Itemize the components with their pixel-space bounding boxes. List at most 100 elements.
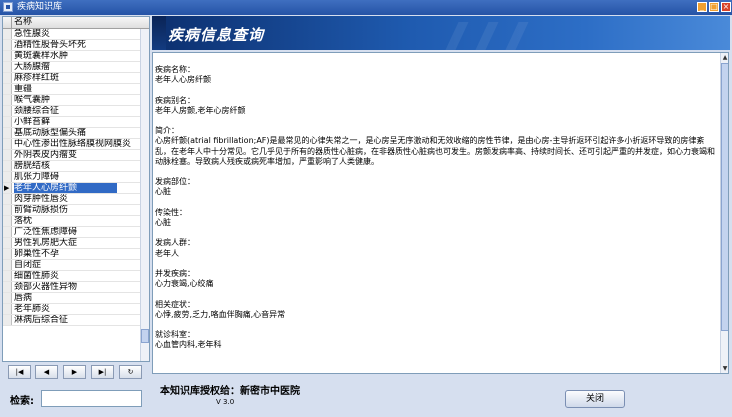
row-gutter xyxy=(3,128,12,138)
row-gutter xyxy=(3,40,12,50)
list-item[interactable]: 膀胱结核 xyxy=(3,161,140,172)
list-item-name: 卵巢性不孕 xyxy=(14,249,60,259)
list-item[interactable]: 急性腺炎 xyxy=(3,29,140,40)
header-banner: 疾病信息查询 xyxy=(152,16,730,50)
refresh-button[interactable]: ↻ xyxy=(119,365,142,379)
list-item[interactable]: 唇病 xyxy=(3,293,140,304)
close-button[interactable]: 关闭 xyxy=(565,390,625,408)
app-window: 疾病知识库 _ □ × 名称 急性腺炎 酒精性股骨头坏死 黄斑囊样水肿 大肠腺瘤 麻疹样… xyxy=(0,0,732,417)
list-header-gutter xyxy=(3,17,12,28)
detail-scrollbar[interactable]: ▲ ▼ xyxy=(720,53,728,373)
row-gutter xyxy=(3,282,12,292)
list-item-name: 大肠腺瘤 xyxy=(14,62,51,72)
list-item-name: 颈腰综合征 xyxy=(14,106,60,116)
row-gutter xyxy=(3,216,12,226)
list-item[interactable]: 重疆 xyxy=(3,84,140,95)
authorization-text: 本知识库授权给：新密市中医院 xyxy=(160,386,300,397)
list-item[interactable]: 卵巢性不孕 xyxy=(3,249,140,260)
detail-scrollbar-thumb[interactable] xyxy=(721,63,728,331)
page-title: 疾病信息查询 xyxy=(168,26,265,44)
banner-decoration xyxy=(152,16,166,50)
list-item[interactable]: 肌张力障碍 xyxy=(3,172,140,183)
row-gutter xyxy=(3,194,12,204)
row-gutter xyxy=(3,84,12,94)
list-item[interactable]: 麻疹样红斑 xyxy=(3,73,140,84)
list-item-name: 急性腺炎 xyxy=(14,29,51,39)
banner-stripe xyxy=(475,22,499,50)
row-gutter xyxy=(3,183,12,193)
disease-list: 名称 急性腺炎 酒精性股骨头坏死 黄斑囊样水肿 大肠腺瘤 麻疹样红斑 重疆 喉气囊肿 颈腰综合… xyxy=(2,16,150,362)
disease-detail-text: 疾病名称： 老年人心房纤颤 疾病别名： 老年人房颤,老年心房纤颤 简介： 心房纤… xyxy=(155,65,715,350)
row-gutter xyxy=(3,150,12,160)
list-item[interactable]: 淋病后综合征 xyxy=(3,315,140,326)
row-gutter xyxy=(3,29,12,39)
search-label: 检索: xyxy=(10,396,34,407)
minimize-icon[interactable]: _ xyxy=(697,2,707,12)
app-icon xyxy=(3,2,13,12)
list-item-name: 重疆 xyxy=(14,84,33,94)
list-item[interactable]: 黄斑囊样水肿 xyxy=(3,51,140,62)
row-gutter xyxy=(3,238,12,248)
list-item[interactable]: 男性乳房肥大症 xyxy=(3,238,140,249)
list-item-name: 广泛性焦虑障碍 xyxy=(14,227,78,237)
maximize-icon[interactable]: □ xyxy=(709,2,719,12)
list-scrollbar[interactable] xyxy=(140,29,149,361)
list-item[interactable]: 大肠腺瘤 xyxy=(3,62,140,73)
list-item[interactable]: 外阴表皮内瘤变 xyxy=(3,150,140,161)
list-item-name: 颈部火器性异物 xyxy=(14,282,78,292)
window-title: 疾病知识库 xyxy=(17,2,63,12)
list-item[interactable]: 基底动脉型偏头痛 xyxy=(3,128,140,139)
scroll-up-icon[interactable]: ▲ xyxy=(721,53,728,62)
row-gutter xyxy=(3,62,12,72)
list-item[interactable]: 颈部火器性异物 xyxy=(3,282,140,293)
list-item[interactable]: 酒精性股骨头坏死 xyxy=(3,40,140,51)
list-item-name: 麻疹样红斑 xyxy=(14,73,60,83)
list-item[interactable]: 肉芽肿性唇炎 xyxy=(3,194,140,205)
first-record-button[interactable]: |◀ xyxy=(8,365,31,379)
list-header[interactable]: 名称 xyxy=(3,17,149,29)
search-input[interactable] xyxy=(41,390,142,407)
row-gutter xyxy=(3,161,12,171)
prev-record-button[interactable]: ◀ xyxy=(35,365,58,379)
list-item-name: 淋病后综合征 xyxy=(14,315,69,325)
list-item-name: 落枕 xyxy=(14,216,33,226)
list-item[interactable]: 自闭症 xyxy=(3,260,140,271)
list-item-name: 老年肺炎 xyxy=(14,304,51,314)
version-text: V 3.0 xyxy=(216,398,235,406)
list-scrollbar-thumb[interactable] xyxy=(141,329,149,343)
list-item[interactable]: 小鲜苔藓 xyxy=(3,117,140,128)
row-gutter xyxy=(3,73,12,83)
list-item-name: 老年人心房纤颤 xyxy=(14,183,118,193)
row-gutter xyxy=(3,293,12,303)
list-item-name: 肉芽肿性唇炎 xyxy=(14,194,69,204)
last-record-button[interactable]: ▶| xyxy=(91,365,114,379)
next-record-button[interactable]: ▶ xyxy=(63,365,86,379)
list-item-name: 喉气囊肿 xyxy=(14,95,51,105)
banner-stripe xyxy=(445,22,469,50)
list-item[interactable]: 前臂动脉损伤 xyxy=(3,205,140,216)
list-item-name: 细菌性肺炎 xyxy=(14,271,60,281)
list-item-name: 酒精性股骨头坏死 xyxy=(14,40,87,50)
close-icon[interactable]: × xyxy=(721,2,731,12)
row-gutter xyxy=(3,172,12,182)
list-item-name: 男性乳房肥大症 xyxy=(14,238,78,248)
list-item-name: 外阴表皮内瘤变 xyxy=(14,150,78,160)
list-item[interactable]: 中心性渗出性脉络膜视网膜炎 xyxy=(3,139,140,150)
row-gutter xyxy=(3,249,12,259)
scroll-down-icon[interactable]: ▼ xyxy=(721,364,728,373)
list-item[interactable]: 老年人心房纤颤 xyxy=(3,183,140,194)
list-item[interactable]: 细菌性肺炎 xyxy=(3,271,140,282)
list-rows: 急性腺炎 酒精性股骨头坏死 黄斑囊样水肿 大肠腺瘤 麻疹样红斑 重疆 喉气囊肿 颈腰综合征 小鲜… xyxy=(3,29,140,326)
title-bar: 疾病知识库 _ □ × xyxy=(0,0,732,15)
list-item[interactable]: 老年肺炎 xyxy=(3,304,140,315)
row-gutter xyxy=(3,304,12,314)
list-item-name: 中心性渗出性脉络膜视网膜炎 xyxy=(14,139,132,149)
list-item[interactable]: 颈腰综合征 xyxy=(3,106,140,117)
list-item-name: 黄斑囊样水肿 xyxy=(14,51,69,61)
list-item[interactable]: 广泛性焦虑障碍 xyxy=(3,227,140,238)
row-gutter xyxy=(3,95,12,105)
record-navigation: |◀ ◀ ▶ ▶| ↻ xyxy=(8,365,148,379)
list-item[interactable]: 喉气囊肿 xyxy=(3,95,140,106)
row-gutter xyxy=(3,117,12,127)
list-item[interactable]: 落枕 xyxy=(3,216,140,227)
